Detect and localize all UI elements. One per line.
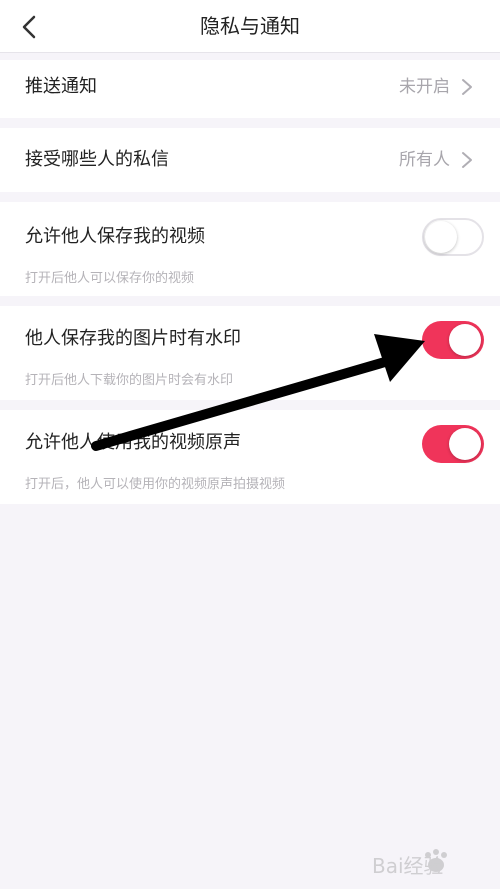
row-push-notification[interactable]: 推送通知 未开启 xyxy=(0,60,500,118)
toggle-knob xyxy=(425,221,457,253)
setting-allow-save-video: 允许他人保存我的视频 打开后他人可以保存你的视频 xyxy=(0,202,500,296)
toggle-switch-original-sound[interactable] xyxy=(422,425,484,463)
setting-description: 打开后，他人可以使用你的视频原声拍摄视频 xyxy=(25,477,286,492)
setting-label: 允许他人使用我的视频原声 xyxy=(25,432,241,453)
row-private-message[interactable]: 接受哪些人的私信 所有人 xyxy=(0,128,500,192)
setting-label: 他人保存我的图片时有水印 xyxy=(25,328,241,349)
chevron-right-icon xyxy=(462,152,472,168)
nav-header: 隐私与通知 xyxy=(0,0,500,53)
toggle-knob xyxy=(449,428,481,460)
row-label: 推送通知 xyxy=(25,76,97,97)
setting-image-watermark: 他人保存我的图片时有水印 打开后他人下载你的图片时会有水印 xyxy=(0,306,500,400)
watermark-text: Bai经验 xyxy=(372,854,444,878)
row-label: 接受哪些人的私信 xyxy=(25,149,169,170)
setting-description: 打开后他人可以保存你的视频 xyxy=(25,271,195,286)
toggle-switch-image-watermark[interactable] xyxy=(422,321,484,359)
toggle-switch-save-video[interactable] xyxy=(422,218,484,256)
row-value: 所有人 xyxy=(399,150,450,170)
toggle-knob xyxy=(449,324,481,356)
setting-description: 打开后他人下载你的图片时会有水印 xyxy=(25,373,234,388)
setting-allow-original-sound: 允许他人使用我的视频原声 打开后，他人可以使用你的视频原声拍摄视频 xyxy=(0,410,500,504)
page-title: 隐私与通知 xyxy=(200,14,300,38)
row-value: 未开启 xyxy=(399,77,450,97)
baidu-jingyan-watermark-icon: Bai经验 xyxy=(372,849,447,878)
chevron-right-icon xyxy=(462,79,472,95)
setting-label: 允许他人保存我的视频 xyxy=(25,226,205,247)
